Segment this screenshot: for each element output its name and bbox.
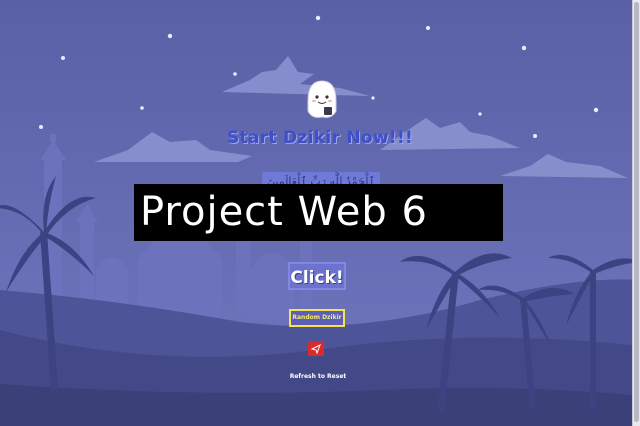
project-title-banner: Project Web 6: [134, 184, 503, 241]
send-button[interactable]: [308, 342, 324, 356]
scrollbar-thumb[interactable]: [634, 2, 639, 422]
page-title: Start Dzikir Now!!!: [226, 128, 414, 148]
page-scrollbar[interactable]: [632, 0, 640, 426]
random-dzikir-button[interactable]: Random Dzikir: [289, 309, 345, 327]
smiling-ghost-mascot-icon: [307, 80, 337, 118]
click-button[interactable]: Click!: [288, 262, 346, 290]
paper-plane-icon: [311, 344, 321, 354]
refresh-note: Refresh to Reset: [289, 373, 347, 380]
